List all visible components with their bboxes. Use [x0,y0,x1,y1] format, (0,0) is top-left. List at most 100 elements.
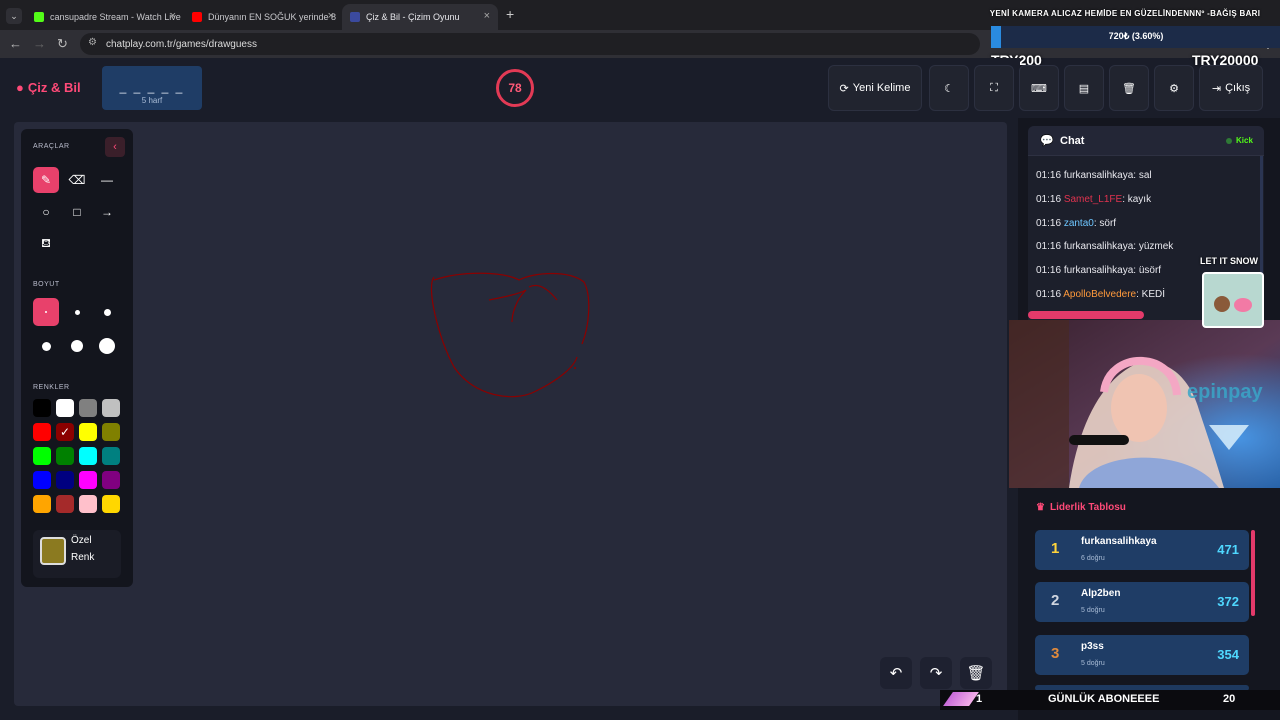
custom-color-swatch[interactable] [40,537,66,565]
chat-message: 01:16 zanta0: sörf [1036,218,1116,229]
forward-arrow-icon[interactable]: → [33,36,46,51]
custom-color-button[interactable]: Özel Renk [33,530,121,578]
collapse-panel-button[interactable]: ‹ [105,137,125,157]
close-icon[interactable]: × [484,10,490,22]
settings-button[interactable]: ⚙ [1154,65,1194,111]
new-tab-button[interactable]: + [506,6,514,22]
fullscreen-button[interactable]: ⛶ [974,65,1014,111]
eraser-tool-button[interactable]: ⌫ [64,167,90,193]
custom-color-label-2: Renk [71,552,95,563]
tab-youtube[interactable]: Dünyanın EN SOĞUK yerinde 8 × [184,4,342,30]
reload-icon[interactable]: ↻ [57,36,68,52]
chat-text: : sal [1133,170,1152,181]
color-swatch[interactable] [56,495,74,513]
gear-icon: ⚙ [1169,82,1179,95]
tab-search-button[interactable]: ⌄ [6,8,22,24]
donation-progress-text: 720₺ (3.60%) [1108,31,1164,41]
subscriber-ticker: 1 GÜNLÜK ABONEEEE 20 [940,690,1280,710]
color-swatch[interactable] [102,423,120,441]
chat-header: 💬 Chat Kick [1028,126,1264,156]
color-swatch[interactable] [33,447,51,465]
leaderboard-title-text: Liderlik Tablosu [1049,502,1126,513]
size-4-button[interactable] [33,332,59,360]
color-swatch[interactable] [79,447,97,465]
chat-username[interactable]: Samet_L1FE [1064,194,1122,205]
ticker-text: GÜNLÜK ABONEEEE [1048,693,1160,705]
leaderboard-scrollbar[interactable] [1251,530,1255,616]
checkmark-icon: ✓ [59,425,71,439]
line-tool-button[interactable]: — [94,167,120,193]
close-icon[interactable]: × [170,10,176,22]
chat-time: 01:16 [1036,217,1062,229]
archive-button[interactable]: ▤ [1064,65,1104,111]
size-5-button[interactable] [64,332,90,360]
chat-username[interactable]: furkansalihkaya [1064,241,1133,252]
leaderboard-score: 354 [1217,646,1239,662]
stroke-top [433,272,590,345]
colors-section-title: RENKLER [33,384,70,391]
url-field[interactable]: ⚙ chatplay.com.tr/games/drawguess [80,33,980,55]
exit-button[interactable]: ⇥ Çıkış [1199,65,1263,111]
leaderboard-title: ♛ Liderlik Tablosu [1036,502,1126,513]
arrow-tool-button[interactable]: → [94,199,120,225]
new-word-button[interactable]: ⟳ Yeni Kelime [828,65,922,111]
trash-button[interactable]: 🗑 [1109,65,1149,111]
chat-username[interactable]: furkansalihkaya [1064,170,1133,181]
chat-bubble-icon: 💬 [1040,135,1054,147]
color-swatch[interactable] [33,495,51,513]
color-swatch[interactable] [102,447,120,465]
redo-button[interactable]: ↷ [920,657,952,689]
bear-icon [1214,296,1230,312]
close-icon[interactable]: × [328,10,334,22]
pencil-tool-button[interactable]: ✎ [33,167,59,193]
app-logo[interactable]: ● Çiz & Bil [16,80,81,95]
chat-username[interactable]: furkansalihkaya [1064,265,1133,276]
size-2-button[interactable] [64,298,90,326]
url-text: chatplay.com.tr/games/drawguess [106,38,257,50]
color-swatch[interactable] [79,495,97,513]
color-swatch[interactable] [56,471,74,489]
shelf-left [1009,320,1069,488]
stroke-dot [574,367,576,369]
dark-mode-button[interactable]: ☾ [929,65,969,111]
color-swatch[interactable] [79,471,97,489]
keyboard-button[interactable]: ⌨ [1019,65,1059,111]
color-swatch[interactable]: ✓ [56,423,74,441]
tab-kick-stream[interactable]: cansupadre Stream - Watch Live × [26,4,184,30]
exit-label: Çıkış [1225,82,1251,94]
color-swatch[interactable] [102,495,120,513]
clear-canvas-button[interactable]: 🗑 [960,657,992,689]
size-1-button[interactable] [33,298,59,326]
color-swatch[interactable] [56,399,74,417]
tab-ciz-bil[interactable]: Çiz & Bil - Çizim Oyunu × [342,4,498,30]
circle-tool-button[interactable]: ○ [33,199,59,225]
size-6-button[interactable] [94,332,120,360]
logout-icon: ⇥ [1211,82,1222,95]
fill-tool-button[interactable]: ⛾ [33,231,59,257]
chat-text: : kayık [1122,193,1152,205]
color-swatch[interactable] [33,423,51,441]
expand-icon: ⛶ [990,81,998,94]
color-swatch[interactable] [79,423,97,441]
rectangle-tool-button[interactable]: □ [64,199,90,225]
crown-icon: ♛ [1036,502,1045,513]
chat-username[interactable]: ApolloBelvedere [1063,289,1136,300]
size-3-button[interactable] [94,298,120,326]
leaderboard-rank: 3 [1051,644,1060,662]
keyboard-icon: ⌨ [1031,82,1047,95]
chat-time: 01:16 [1036,241,1062,253]
color-swatch[interactable] [33,471,51,489]
size-dot [99,338,115,354]
leaderboard-correct-count: 6 doğru [1081,555,1105,562]
color-swatch[interactable] [79,399,97,417]
color-swatch[interactable] [33,399,51,417]
site-info-icon[interactable]: ⚙ [88,37,97,48]
color-swatch[interactable] [56,447,74,465]
undo-button[interactable]: ↶ [880,657,912,689]
color-swatch[interactable] [102,471,120,489]
chat-username[interactable]: zanta0 [1064,218,1094,229]
leaderboard-correct-count: 5 doğru [1081,607,1105,615]
leaderboard-row: 1 furkansalihkaya 6 doğru 471 [1035,530,1249,570]
back-arrow-icon[interactable]: ← [9,36,22,51]
color-swatch[interactable] [102,399,120,417]
